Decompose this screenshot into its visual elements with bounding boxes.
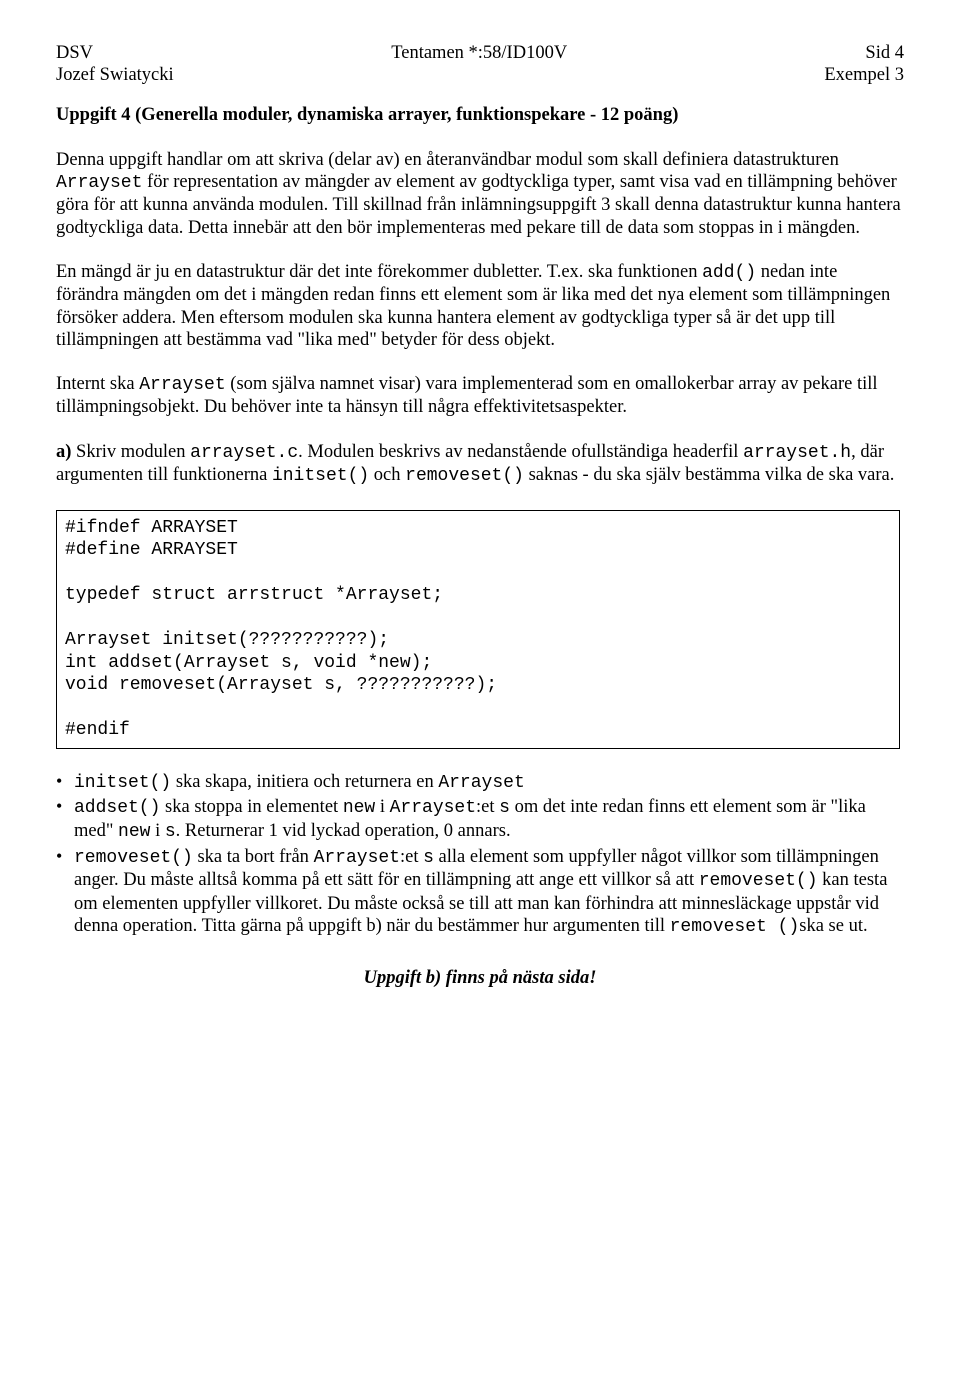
code-inline: s	[499, 798, 510, 818]
code-inline: removeset ()	[670, 917, 800, 937]
code-inline: arrayset.h	[743, 443, 851, 463]
code-inline: Arrayset	[390, 798, 476, 818]
list-item: addset() ska stoppa in elementet new i A…	[56, 796, 904, 843]
text: ska ta bort från	[193, 847, 314, 867]
code-inline: s	[423, 848, 434, 868]
header-right-bottom: Exempel 3	[824, 64, 904, 86]
paragraph-3: Internt ska Arrayset (som själva namnet …	[56, 373, 904, 419]
code-inline: Arrayset	[139, 375, 225, 395]
code-inline: new	[118, 822, 150, 842]
text: i	[375, 797, 389, 817]
text: för representation av mängder av element…	[56, 172, 901, 238]
code-inline: new	[343, 798, 375, 818]
list-item: initset() ska skapa, initiera och return…	[56, 771, 904, 795]
code-inline: add()	[702, 263, 756, 283]
code-block-header: #ifndef ARRAYSET #define ARRAYSET typede…	[56, 510, 900, 749]
code-inline: Arrayset	[438, 773, 524, 793]
header-left-top: DSV	[56, 42, 93, 64]
code-inline: s	[165, 822, 176, 842]
paragraph-2: En mängd är ju en datastruktur där det i…	[56, 261, 904, 351]
header-right-top: Sid 4	[865, 42, 904, 64]
paragraph-4: a) Skriv modulen arrayset.c. Modulen bes…	[56, 441, 904, 488]
continuation-note: Uppgift b) finns på nästa sida!	[56, 967, 904, 989]
text: ska stoppa in elementet	[160, 797, 342, 817]
text: ska skapa, initiera och returnera en	[171, 772, 438, 792]
list-item: removeset() ska ta bort från Arrayset:et…	[56, 846, 904, 939]
code-inline: Arrayset	[314, 848, 400, 868]
text: :et	[400, 847, 423, 867]
code-inline: removeset()	[699, 871, 818, 891]
text: Denna uppgift handlar om att skriva (del…	[56, 150, 839, 170]
bullet-list: initset() ska skapa, initiera och return…	[56, 771, 904, 939]
paragraph-1: Denna uppgift handlar om att skriva (del…	[56, 149, 904, 239]
text: En mängd är ju en datastruktur där det i…	[56, 262, 702, 282]
code-inline: removeset()	[405, 466, 524, 486]
code-inline: addset()	[74, 798, 160, 818]
text: och	[369, 465, 405, 485]
code-inline: removeset()	[74, 848, 193, 868]
text: Internt ska	[56, 374, 139, 394]
task-title: Uppgift 4 (Generella moduler, dynamiska …	[56, 104, 904, 126]
text: saknas - du ska själv bestämma vilka de …	[524, 465, 894, 485]
code-inline: initset()	[74, 773, 171, 793]
text: ska se ut.	[799, 916, 867, 936]
header-center-top: Tentamen *:58/ID100V	[391, 42, 567, 64]
text: :et	[476, 797, 499, 817]
text: i	[150, 821, 164, 841]
text: Skriv modulen	[71, 442, 190, 462]
code-inline: arrayset.c	[190, 443, 298, 463]
page-subheader: Jozef Swiatycki Exempel 3	[56, 64, 904, 86]
text: . Modulen beskrivs av nedanstående ofull…	[298, 442, 743, 462]
subtask-label-a: a)	[56, 442, 71, 462]
header-left-bottom: Jozef Swiatycki	[56, 64, 174, 86]
text: . Returnerar 1 vid lyckad operation, 0 a…	[176, 821, 511, 841]
page-header: DSV Tentamen *:58/ID100V Sid 4	[56, 42, 904, 64]
code-inline: Arrayset	[56, 173, 142, 193]
code-inline: initset()	[272, 466, 369, 486]
